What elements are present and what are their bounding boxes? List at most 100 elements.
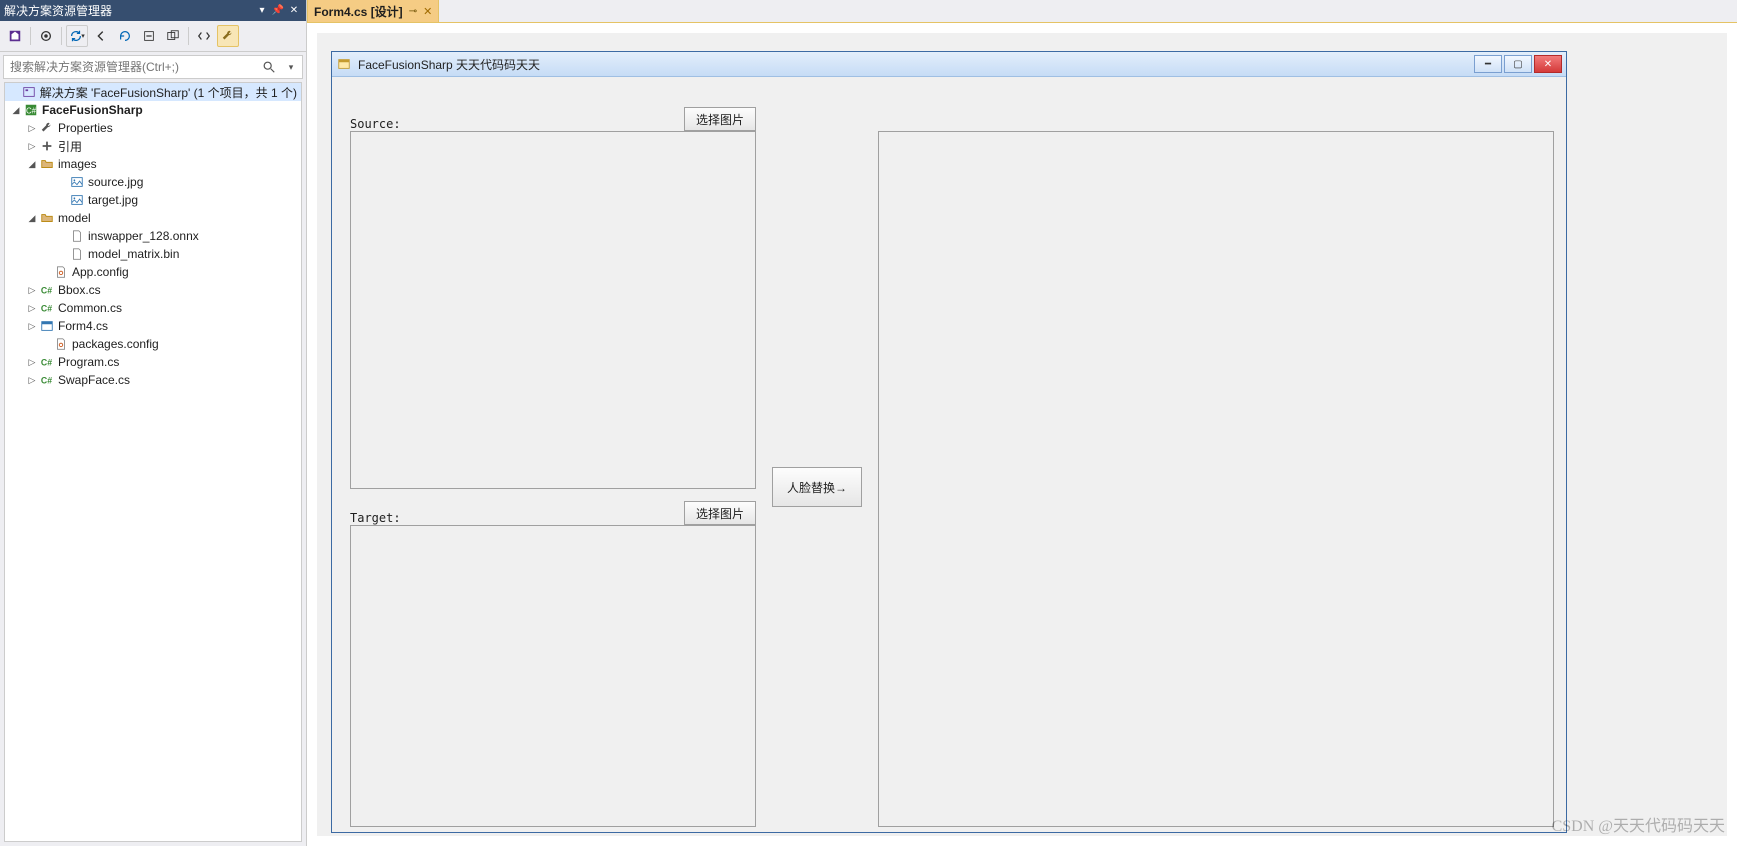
close-icon[interactable]: ✕ — [286, 3, 302, 19]
watermark: CSDN @天天代码码天天 — [1552, 812, 1725, 836]
result-picturebox[interactable] — [878, 131, 1554, 827]
tree-item[interactable]: model_matrix.bin — [5, 245, 301, 263]
expander-icon[interactable]: ▷ — [25, 355, 39, 369]
expander-icon[interactable]: ▷ — [25, 139, 39, 153]
csproj-icon: C# — [23, 102, 39, 118]
tree-label: Bbox.cs — [58, 283, 101, 297]
form-icon — [336, 56, 352, 72]
tree-item[interactable]: packages.config — [5, 335, 301, 353]
tree-item[interactable]: ▷ C# Program.cs — [5, 353, 301, 371]
tree-item[interactable]: source.jpg — [5, 173, 301, 191]
tab-form4-design[interactable]: Form4.cs [设计] ⊸ ✕ — [307, 0, 439, 22]
collapse-icon[interactable] — [138, 25, 160, 47]
code-icon[interactable] — [193, 25, 215, 47]
tree-label: FaceFusionSharp — [42, 103, 143, 117]
solution-icon — [21, 84, 37, 100]
target-label: Target: — [350, 511, 401, 525]
search-box[interactable]: ▾ — [3, 55, 303, 79]
expander-icon[interactable]: ◢ — [25, 211, 39, 225]
tree-label: Properties — [58, 121, 113, 135]
file-icon — [69, 246, 85, 262]
config-icon — [53, 264, 69, 280]
design-canvas[interactable]: FaceFusionSharp 天天代码码天天 ━ ▢ ✕ Source: 选择… — [317, 33, 1727, 836]
tree-label: App.config — [72, 265, 129, 279]
image-icon — [69, 174, 85, 190]
solution-tree[interactable]: 解决方案 'FaceFusionSharp' (1 个项目，共 1 个) ◢ C… — [4, 82, 302, 842]
swap-face-button[interactable]: 人脸替换→ — [772, 467, 862, 507]
source-picturebox[interactable] — [350, 131, 756, 489]
view-icon[interactable] — [35, 25, 57, 47]
sync-icon[interactable]: ▾ — [66, 25, 88, 47]
close-button[interactable]: ✕ — [1534, 55, 1562, 73]
tree-item[interactable]: App.config — [5, 263, 301, 281]
cs-icon: C# — [39, 300, 55, 316]
config-icon — [53, 336, 69, 352]
tree-label: source.jpg — [88, 175, 143, 189]
search-input[interactable] — [4, 60, 258, 74]
tree-label: images — [58, 157, 97, 171]
tree-item[interactable]: ▷ Properties — [5, 119, 301, 137]
expander-icon[interactable]: ▷ — [25, 283, 39, 297]
tree-item[interactable]: ▷ 引用 — [5, 137, 301, 155]
pin-icon[interactable]: ⊸ — [409, 6, 417, 17]
separator — [30, 27, 31, 45]
expander-icon[interactable]: ▷ — [25, 373, 39, 387]
panel-title: 解决方案资源管理器 — [4, 2, 254, 19]
document-tabstrip: Form4.cs [设计] ⊸ ✕ — [307, 0, 1737, 22]
expander-icon[interactable]: ▷ — [25, 301, 39, 315]
form-icon — [39, 318, 55, 334]
form-titlebar[interactable]: FaceFusionSharp 天天代码码天天 ━ ▢ ✕ — [332, 52, 1566, 77]
close-icon[interactable]: ✕ — [423, 5, 432, 18]
back-icon[interactable] — [90, 25, 112, 47]
tree-label: Form4.cs — [58, 319, 108, 333]
separator — [188, 27, 189, 45]
tree-label: model_matrix.bin — [88, 247, 179, 261]
solution-node[interactable]: 解决方案 'FaceFusionSharp' (1 个项目，共 1 个) — [5, 83, 301, 101]
svg-text:C#: C# — [41, 286, 52, 296]
cs-icon: C# — [39, 372, 55, 388]
refresh-icon[interactable] — [114, 25, 136, 47]
winform-preview[interactable]: FaceFusionSharp 天天代码码天天 ━ ▢ ✕ Source: 选择… — [331, 51, 1567, 833]
tree-label: model — [58, 211, 91, 225]
tree-item[interactable]: ▷ C# Bbox.cs — [5, 281, 301, 299]
folder-icon — [39, 210, 55, 226]
show-all-icon[interactable] — [162, 25, 184, 47]
dropdown-icon[interactable]: ▾ — [254, 3, 270, 19]
expander-icon[interactable]: ◢ — [25, 157, 39, 171]
expander-icon[interactable]: ▷ — [25, 319, 39, 333]
tree-item[interactable]: target.jpg — [5, 191, 301, 209]
svg-text:C#: C# — [41, 358, 52, 368]
tree-item[interactable]: ▷ C# Common.cs — [5, 299, 301, 317]
tree-item[interactable]: ▷ C# SwapFace.cs — [5, 371, 301, 389]
designer-surface[interactable]: FaceFusionSharp 天天代码码天天 ━ ▢ ✕ Source: 选择… — [307, 22, 1737, 846]
wrench-icon[interactable] — [217, 25, 239, 47]
tree-label: packages.config — [72, 337, 159, 351]
target-picturebox[interactable] — [350, 525, 756, 827]
panel-titlebar[interactable]: 解决方案资源管理器 ▾ 📌 ✕ — [0, 0, 306, 21]
svg-text:C#: C# — [26, 107, 37, 116]
tree-label: Program.cs — [58, 355, 119, 369]
maximize-button[interactable]: ▢ — [1504, 55, 1532, 73]
tree-item[interactable]: ▷ Form4.cs — [5, 317, 301, 335]
project-node[interactable]: ◢ C# FaceFusionSharp — [5, 101, 301, 119]
select-target-image-button[interactable]: 选择图片 — [684, 501, 756, 525]
form-title: FaceFusionSharp 天天代码码天天 — [358, 56, 1474, 73]
cs-icon: C# — [39, 282, 55, 298]
tree-label: 引用 — [58, 138, 82, 155]
minimize-button[interactable]: ━ — [1474, 55, 1502, 73]
chevron-down-icon[interactable]: ▾ — [280, 62, 302, 73]
tree-item[interactable]: ◢ images — [5, 155, 301, 173]
search-icon[interactable] — [258, 60, 280, 74]
form-body: Source: 选择图片 Target: 选择图片 人脸替换→ — [332, 77, 1566, 97]
tree-label: inswapper_128.onnx — [88, 229, 199, 243]
home-icon[interactable] — [4, 25, 26, 47]
select-source-image-button[interactable]: 选择图片 — [684, 107, 756, 131]
pin-icon[interactable]: 📌 — [270, 3, 286, 19]
tree-item[interactable]: ◢ model — [5, 209, 301, 227]
tree-item[interactable]: inswapper_128.onnx — [5, 227, 301, 245]
expander-icon[interactable]: ▷ — [25, 121, 39, 135]
expander-icon[interactable]: ◢ — [9, 103, 23, 117]
tree-label: 解决方案 'FaceFusionSharp' (1 个项目，共 1 个) — [40, 84, 297, 101]
panel-toolbar: ▾ — [0, 21, 306, 52]
svg-text:C#: C# — [41, 376, 52, 386]
